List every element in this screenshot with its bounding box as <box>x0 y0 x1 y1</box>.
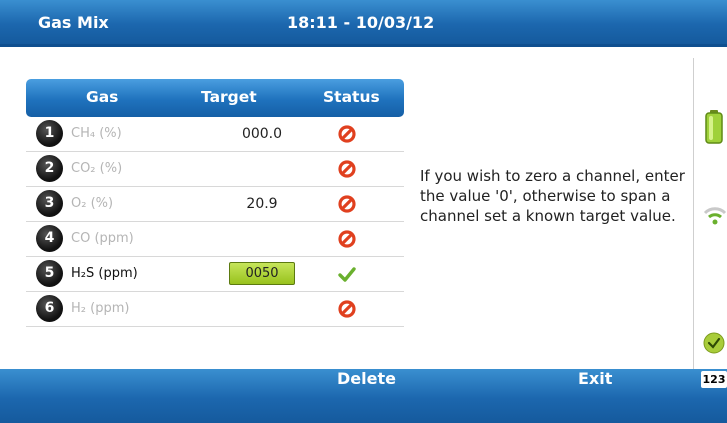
table-row[interactable]: 1 CH₄ (%) 000.0 <box>26 117 404 152</box>
gas-label: O₂ (%) <box>71 196 114 211</box>
gas-label: CO₂ (%) <box>71 161 123 176</box>
target-input[interactable]: 0050 <box>229 262 295 285</box>
title-bar: Gas Mix 18:11 - 10/03/12 <box>0 0 727 47</box>
table-row[interactable]: 6 H₂ (ppm) <box>26 292 404 327</box>
channel-number-badge: 3 <box>36 190 63 217</box>
status-error-icon <box>338 230 356 248</box>
column-header-gas: Gas <box>86 88 119 106</box>
target-value[interactable]: 000.0 <box>222 126 302 142</box>
page-title: Gas Mix <box>38 13 109 32</box>
side-divider <box>693 58 694 370</box>
channel-number-badge: 2 <box>36 155 63 182</box>
bottom-bar: Delete Exit 123 <box>0 369 727 423</box>
status-error-icon <box>338 300 356 318</box>
gas-label: CH₄ (%) <box>71 126 122 141</box>
target-value[interactable]: 20.9 <box>222 196 302 212</box>
table-row[interactable]: 2 CO₂ (%) <box>26 152 404 187</box>
gas-label: H₂ (ppm) <box>71 301 130 316</box>
column-header-target: Target <box>201 88 257 106</box>
channel-number-badge: 4 <box>36 225 63 252</box>
signal-icon <box>703 207 727 225</box>
gas-label: CO (ppm) <box>71 231 134 246</box>
title-divider <box>0 44 727 47</box>
column-header-status: Status <box>323 88 380 106</box>
status-error-icon <box>338 125 356 143</box>
channel-number-badge: 5 <box>36 260 63 287</box>
datetime: 18:11 - 10/03/12 <box>287 13 435 32</box>
status-ok-icon <box>338 267 356 282</box>
status-error-icon <box>338 195 356 213</box>
keyboard-mode-button[interactable]: 123 <box>701 371 727 388</box>
table-header: Gas Target Status <box>26 79 404 117</box>
gas-table: Gas Target Status 1 CH₄ (%) 000.0 2 CO₂ … <box>26 79 404 327</box>
gas-label: H₂S (ppm) <box>71 266 138 281</box>
delete-button[interactable]: Delete <box>337 369 396 389</box>
channel-number-badge: 1 <box>36 120 63 147</box>
table-row[interactable]: 4 CO (ppm) <box>26 222 404 257</box>
status-error-icon <box>338 160 356 178</box>
instruction-text: If you wish to zero a channel, enter the… <box>420 167 685 225</box>
battery-icon <box>705 110 723 144</box>
ok-icon <box>703 332 725 354</box>
exit-button[interactable]: Exit <box>578 369 612 389</box>
channel-number-badge: 6 <box>36 295 63 322</box>
table-row[interactable]: 3 O₂ (%) 20.9 <box>26 187 404 222</box>
table-row[interactable]: 5 H₂S (ppm) 0050 <box>26 257 404 292</box>
